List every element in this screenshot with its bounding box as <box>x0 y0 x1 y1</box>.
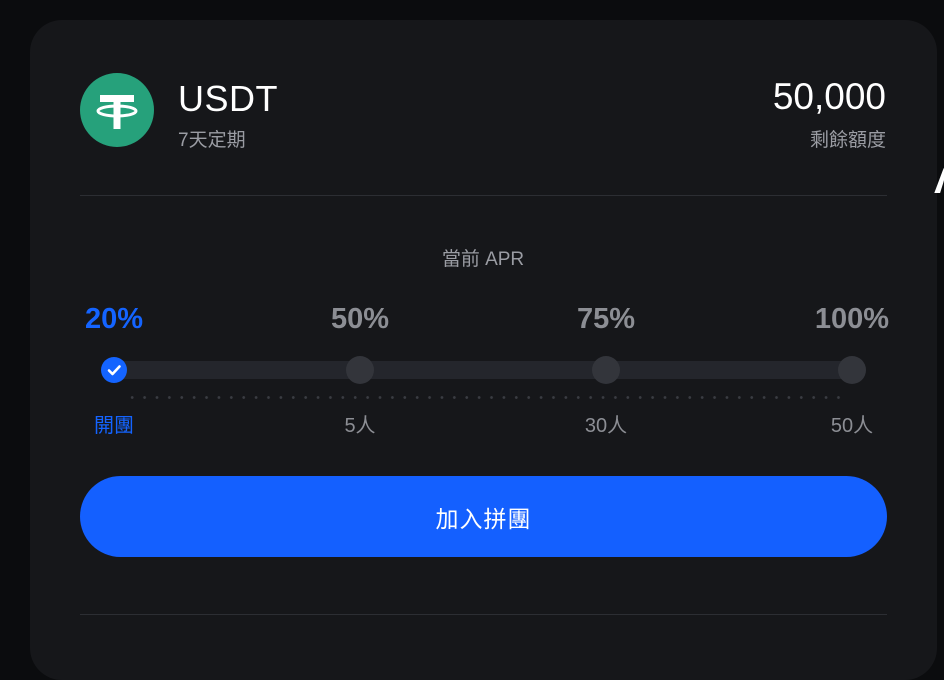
apr-tier-level-4: 50人 <box>830 415 874 437</box>
apr-tier-dot-4 <box>838 356 866 384</box>
apr-tier-percent-4: 100% <box>814 303 890 335</box>
tether-logo-icon <box>80 73 154 147</box>
edge-decoration: ʎ <box>934 160 944 250</box>
apr-tier-dot-3 <box>592 356 620 384</box>
check-icon <box>107 365 121 376</box>
divider-top <box>80 195 887 196</box>
apr-tier-level-1: 開團 <box>94 415 134 437</box>
divider-bottom <box>80 614 887 615</box>
coin-name: USDT <box>178 78 278 119</box>
apr-tier-dot-2 <box>346 356 374 384</box>
progress-track <box>114 361 853 379</box>
apr-title: 當前 APR <box>441 249 525 270</box>
remaining-label: 剩餘額度 <box>809 130 886 151</box>
apr-tier-percent-2: 50% <box>330 303 390 335</box>
apr-tier-percent-1: 20% <box>84 303 144 335</box>
product-card <box>30 20 937 680</box>
apr-tier-level-3: 30人 <box>584 415 628 437</box>
apr-tier-dot-1 <box>101 357 127 383</box>
join-group-button[interactable]: 加入拼團 <box>80 476 887 557</box>
progress-ticks <box>126 396 846 399</box>
apr-tier-percent-3: 75% <box>576 303 636 335</box>
remaining-amount: 50,000 <box>772 76 886 117</box>
apr-tier-level-2: 5人 <box>344 415 376 437</box>
coin-term: 7天定期 <box>178 130 246 151</box>
